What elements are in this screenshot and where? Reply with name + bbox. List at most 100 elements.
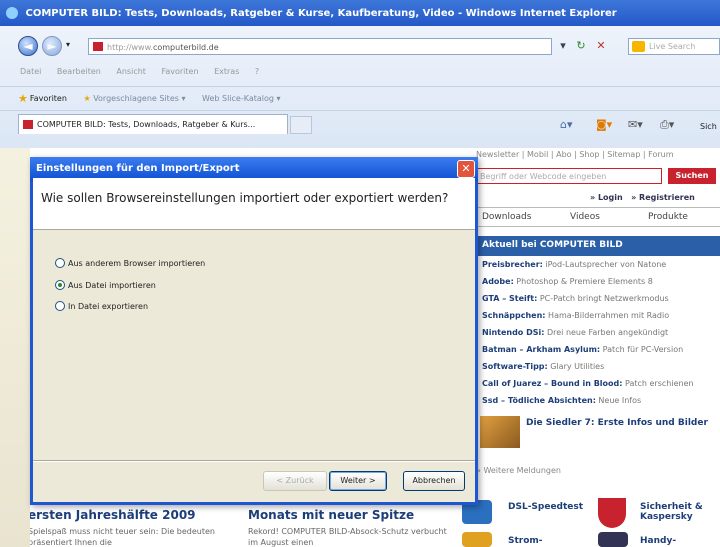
tab-title: COMPUTER BILD: Tests, Downloads, Ratgebe… — [37, 120, 256, 129]
teaser-text: Spielspaß muss nicht teuer sein: Die bed… — [28, 527, 215, 547]
nav-produkte[interactable]: Produkte — [648, 212, 688, 222]
news-bold: Ssd – Tödliche Absichten: — [482, 396, 596, 405]
import-export-dialog: Einstellungen für den Import/Export ✕ Wi… — [30, 157, 478, 505]
search-placeholder: Live Search — [649, 42, 696, 51]
news-text: PC-Patch bringt Netzwerkmodus — [537, 294, 669, 303]
option-import-browser[interactable]: Aus anderem Browser importieren — [55, 258, 205, 268]
menu-bar: Datei Bearbeiten Ansicht Favoriten Extra… — [0, 64, 720, 80]
handy-icon[interactable] — [598, 532, 628, 547]
teaser-heading: Monats mit neuer Spitze — [248, 508, 415, 522]
option-label: Aus anderem Browser importieren — [68, 259, 206, 268]
site-search-input[interactable]: Begriff oder Webcode eingeben — [476, 168, 662, 184]
favorites-star-icon[interactable]: ★ — [18, 92, 28, 105]
news-bold: GTA – Steift: — [482, 294, 538, 303]
promo-handy[interactable]: Handy- — [640, 536, 676, 546]
site-search-button[interactable]: Suchen — [668, 168, 716, 184]
news-item[interactable]: Ssd – Tödliche Absichten: Neue Infos — [476, 396, 720, 410]
home-icon[interactable]: ⌂▾ — [560, 118, 573, 132]
news-item[interactable]: Call of Juarez – Bound in Blood: Patch e… — [476, 379, 720, 393]
option-import-file[interactable]: Aus Datei importieren — [55, 280, 156, 290]
history-dropdown-icon[interactable]: ▾ — [66, 40, 70, 49]
news-heading: Aktuell bei COMPUTER BILD — [476, 236, 720, 256]
promo-security[interactable]: Sicherheit & Kaspersky — [640, 502, 718, 522]
menu-favoriten[interactable]: Favoriten — [161, 67, 198, 76]
teaser-text: Rekord! COMPUTER BILD-Absock-Schutz verb… — [248, 527, 447, 547]
news-text: Glary Utilities — [547, 362, 605, 371]
more-news-link[interactable]: » Weitere Meldungen — [476, 466, 561, 475]
site-top-links[interactable]: Newsletter | Mobil | Abo | Shop | Sitema… — [476, 150, 674, 159]
dialog-separator — [33, 460, 475, 462]
menu-datei[interactable]: Datei — [20, 67, 41, 76]
address-prefix: http://www. — [107, 43, 153, 52]
radio-button[interactable] — [55, 301, 65, 311]
refresh-icon[interactable]: ↻ — [574, 39, 588, 53]
tab-active[interactable]: COMPUTER BILD: Tests, Downloads, Ratgebe… — [18, 114, 288, 134]
option-export-file[interactable]: In Datei exportieren — [55, 301, 148, 311]
webslice-link[interactable]: Web Slice-Katalog ▾ — [202, 94, 281, 103]
address-bar[interactable]: http://www.computerbild.de — [88, 38, 552, 55]
dialog-question: Wie sollen Browsereinstellungen importie… — [41, 191, 449, 205]
news-item[interactable]: Software-Tipp: Glary Utilities — [476, 362, 720, 376]
menu-ansicht[interactable]: Ansicht — [116, 67, 146, 76]
security-shield-icon[interactable] — [598, 498, 626, 528]
news-text: Patch erschienen — [622, 379, 694, 388]
browser-chrome: ◄ ► ▾ http://www.computerbild.de ▾ ↻ ✕ L… — [0, 26, 720, 148]
back-button-dialog[interactable]: < Zurück — [263, 471, 327, 491]
article-teaser-mid[interactable]: Monats mit neuer Spitze Rekord! COMPUTER… — [248, 508, 448, 547]
tab-favicon-icon — [23, 120, 33, 129]
dialog-title: Einstellungen für den Import/Export — [36, 163, 240, 174]
strom-icon[interactable] — [462, 532, 492, 547]
news-item[interactable]: Adobe: Photoshop & Premiere Elements 8 — [476, 277, 720, 291]
menu-bearbeiten[interactable]: Bearbeiten — [57, 67, 101, 76]
news-item[interactable]: Schnäppchen: Hama-Bilderrahmen mit Radio — [476, 311, 720, 325]
address-domain: computerbild.de — [152, 43, 219, 52]
login-link[interactable]: » Login — [590, 193, 623, 202]
siedler-headline[interactable]: Die Siedler 7: Erste Infos und Bilder — [526, 418, 716, 428]
radio-button[interactable] — [55, 258, 65, 268]
stop-icon[interactable]: ✕ — [594, 39, 608, 53]
news-text: Patch für PC-Version — [600, 345, 684, 354]
promo-dsl-speedtest[interactable]: DSL-Speedtest — [508, 502, 588, 512]
site-nav: Downloads Videos Produkte — [476, 207, 720, 227]
nav-downloads[interactable]: Downloads — [482, 212, 531, 222]
register-link[interactable]: » Registrieren — [631, 193, 695, 202]
safety-menu[interactable]: Sich — [700, 120, 717, 134]
news-text: Neue Infos — [595, 396, 642, 405]
news-bold: Adobe: — [482, 277, 514, 286]
back-button[interactable]: ◄ — [18, 36, 38, 56]
window-title-bar: COMPUTER BILD: Tests, Downloads, Ratgebe… — [0, 0, 720, 26]
webslice-label: Web Slice-Katalog ▾ — [202, 94, 281, 103]
option-label: Aus Datei importieren — [68, 281, 156, 290]
feeds-icon[interactable]: ◙▾ — [596, 118, 612, 132]
radio-button-selected[interactable] — [55, 280, 65, 290]
news-item[interactable]: Nintendo DSi: Drei neue Farben angekündi… — [476, 328, 720, 342]
page-left-strip — [0, 148, 30, 547]
news-bold: Software-Tipp: — [482, 362, 548, 371]
suggested-sites-label: Vorgeschlagene Sites ▾ — [93, 94, 186, 103]
favorites-button[interactable]: Favoriten — [30, 94, 67, 103]
siedler-thumbnail[interactable] — [480, 416, 520, 448]
menu-help[interactable]: ? — [255, 67, 259, 76]
favorites-bar: ★ Favoriten ★ Vorgeschlagene Sites ▾ Web … — [0, 86, 720, 108]
suggested-sites-link[interactable]: ★ Vorgeschlagene Sites ▾ — [83, 94, 185, 103]
mail-icon[interactable]: ✉▾ — [628, 118, 643, 132]
nav-videos[interactable]: Videos — [570, 212, 600, 222]
news-item[interactable]: Batman – Arkham Asylum: Patch für PC-Ver… — [476, 345, 720, 359]
cancel-button[interactable]: Abbrechen — [403, 471, 465, 491]
article-teaser-left[interactable]: ersten Jahreshälfte 2009 Spielspaß muss … — [28, 508, 228, 547]
menu-extras[interactable]: Extras — [214, 67, 239, 76]
search-input[interactable]: Live Search — [628, 38, 720, 55]
tab-row: COMPUTER BILD: Tests, Downloads, Ratgebe… — [0, 110, 720, 136]
add-favorite-icon: ★ — [83, 94, 91, 103]
dialog-close-button[interactable]: ✕ — [457, 160, 475, 178]
news-item[interactable]: GTA – Steift: PC-Patch bringt Netzwerkmo… — [476, 294, 720, 308]
site-login-links: » Login » Registrieren — [590, 193, 695, 202]
promo-strom[interactable]: Strom- — [508, 536, 543, 546]
forward-button[interactable]: ► — [42, 36, 62, 56]
address-dropdown-icon[interactable]: ▾ — [556, 39, 570, 53]
new-tab-button[interactable] — [290, 116, 312, 134]
print-icon[interactable]: ⎙▾ — [660, 118, 674, 132]
news-bold: Nintendo DSi: — [482, 328, 545, 337]
news-item[interactable]: Preisbrecher: iPod-Lautsprecher von Nato… — [476, 260, 720, 274]
next-button[interactable]: Weiter > — [329, 471, 387, 491]
